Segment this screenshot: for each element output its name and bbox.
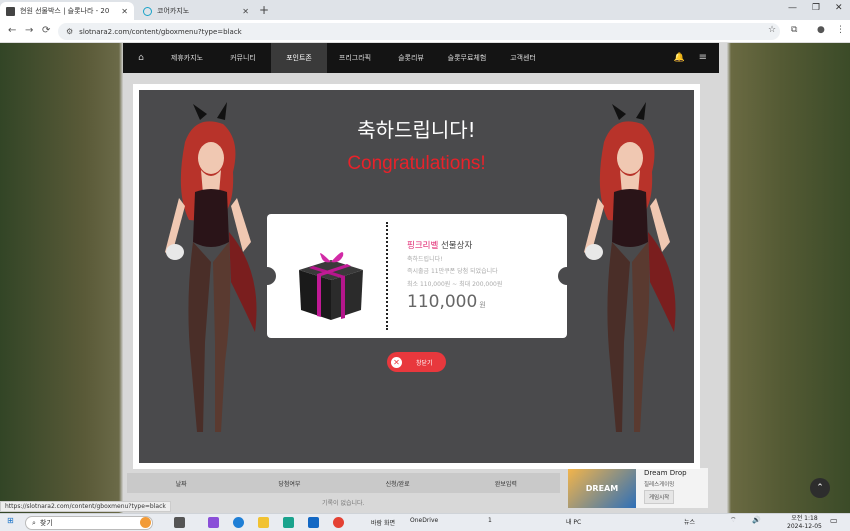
col-date: 날짜 [175, 480, 187, 488]
forward-arrow-icon[interactable]: → [25, 25, 33, 36]
gift-box-modal: 축하드립니다! Congratulations! 핑크리벨 선물상자 축하드립니… [133, 84, 700, 469]
bell-icon[interactable]: 🔔 [674, 53, 685, 63]
tab-core-casino[interactable]: 코어카지노 ✕ [137, 2, 255, 20]
bunny-girl-illustration-left [165, 102, 257, 432]
prize-name: 핑크리벨 선물상자 [407, 239, 472, 251]
col-win-status: 당첨여부 [278, 480, 301, 488]
col-input: 완보입력 [494, 480, 517, 488]
close-tab-icon[interactable]: ✕ [121, 7, 128, 16]
site-navigation: ⌂ 제휴카지노 커뮤니티 포인트존 프리그라픽 슬롯리뷰 슬롯무료체험 고객센터… [123, 43, 719, 73]
prize-amount: 110,000 원 [407, 292, 486, 312]
close-tab-icon[interactable]: ✕ [242, 7, 249, 16]
profile-icon[interactable]: ● [817, 25, 825, 35]
close-button-label: 창닫기 [416, 359, 433, 367]
close-icon: ✕ [391, 356, 402, 368]
task-view-icon[interactable] [174, 517, 185, 528]
prize-amount-unit: 원 [479, 301, 486, 309]
search-placeholder: 찾기 [39, 519, 53, 527]
taskbar-weather[interactable]: 바람 화면 [371, 518, 395, 527]
site-favicon-icon [143, 6, 152, 16]
promo-card[interactable]: DREAM Dream Drop 칠레스게이밍 게임시작 [568, 468, 708, 508]
taskbar-news[interactable]: 뉴스 [684, 517, 695, 526]
tab-title: 코어카지노 [157, 7, 190, 15]
promo-title: Dream Drop [644, 469, 687, 477]
search-icon: ⌕ [32, 518, 36, 527]
nav-item-free-graphic[interactable]: 프리그라픽 [327, 53, 383, 63]
nav-item-community[interactable]: 커뮤니티 [215, 53, 271, 63]
url-field[interactable]: ⚙ slotnara2.com/content/gboxmenu?type=bl… [58, 23, 780, 40]
scroll-top-button[interactable]: ⌃ [810, 478, 830, 498]
site-favicon-icon [6, 6, 15, 16]
nav-item-support[interactable]: 고객센터 [495, 53, 551, 63]
address-bar: ← → ⟳ ⚙ slotnara2.com/content/gboxmenu?t… [0, 20, 850, 43]
nav-item-free-slots[interactable]: 슬롯무료체험 [439, 53, 495, 63]
back-arrow-icon[interactable]: ← [8, 25, 16, 36]
notification-icon[interactable]: ▭ [830, 516, 838, 525]
prize-coupon-info: 즉시출금 11만쿠폰 당첨 되었습니다 [407, 268, 498, 275]
hamburger-menu-icon[interactable]: ≡ [699, 52, 707, 63]
site-info-icon[interactable]: ⚙ [66, 27, 73, 36]
tree-widget-icon[interactable] [140, 517, 151, 528]
windows-start-icon[interactable]: ⊞ [7, 516, 14, 525]
page-viewport: ⌂ 제휴카지노 커뮤니티 포인트존 프리그라픽 슬롯리뷰 슬롯무료체험 고객센터… [0, 43, 850, 513]
prize-amount-value: 110,000 [407, 292, 478, 312]
taskbar-clock[interactable]: 오전 1:18 2024-12-05 [787, 515, 822, 531]
chrome-icon[interactable] [333, 517, 344, 528]
prize-message: 축하드립니다! [407, 256, 443, 263]
ticket-notch-left [258, 267, 276, 285]
taskbar-onedrive[interactable]: OneDrive [410, 517, 438, 524]
bookmark-star-icon[interactable]: ☆ [768, 25, 776, 35]
prize-level: 핑크리벨 [407, 241, 439, 251]
browser-tab-bar: 현원 선물박스 | 슬롯나라 - 20 ✕ 코어카지노 ✕ + — ❐ ✕ [0, 0, 850, 20]
taskbar-people-count[interactable]: 1 [488, 517, 492, 524]
home-icon[interactable]: ⌂ [123, 53, 159, 63]
taskbar-search[interactable]: ⌕ 찾기 [25, 516, 153, 530]
tab-title: 현원 선물박스 | 슬롯나라 - 20 [20, 7, 110, 15]
tab-slotnara[interactable]: 현원 선물박스 | 슬롯나라 - 20 ✕ [0, 2, 134, 20]
ticket-divider [386, 222, 388, 330]
volume-icon[interactable]: 🔊 [752, 516, 761, 524]
gift-box-icon [299, 252, 363, 320]
outlook-icon[interactable] [308, 517, 319, 528]
restore-icon[interactable]: ❐ [812, 3, 820, 13]
clock-time: 오전 1:18 [791, 515, 818, 522]
file-explorer-icon[interactable] [258, 517, 269, 528]
nav-item-partner-casino[interactable]: 제휴카지노 [159, 53, 215, 63]
prize-ticket: 핑크리벨 선물상자 축하드립니다! 즉시출금 11만쿠폰 당첨 되었습니다 최소… [258, 214, 576, 338]
status-bar-url: https://slotnara2.com/content/gboxmenu?t… [0, 501, 171, 512]
promo-play-button[interactable]: 게임시작 [644, 490, 675, 504]
close-modal-button[interactable]: ✕ 창닫기 [387, 352, 446, 372]
prize-range-info: 최소 110,000원 ~ 최대 200,000원 [407, 281, 503, 288]
empty-history-text: 기록이 없습니다. [322, 500, 365, 507]
col-request: 신청/완료 [385, 480, 410, 488]
taskbar-this-pc[interactable]: 내 PC [566, 517, 581, 526]
minimize-icon[interactable]: — [788, 3, 797, 13]
new-tab-icon[interactable]: + [259, 3, 269, 17]
reload-icon[interactable]: ⟳ [42, 25, 50, 36]
close-window-icon[interactable]: ✕ [835, 3, 843, 13]
clock-date: 2024-12-05 [787, 523, 822, 530]
store-icon[interactable] [283, 517, 294, 528]
menu-kebab-icon[interactable]: ⋮ [836, 25, 845, 35]
nav-item-slot-review[interactable]: 슬롯리뷰 [383, 53, 439, 63]
wifi-icon[interactable]: ⌔ [730, 516, 737, 525]
promo-subtitle: 칠레스게이밍 [644, 482, 675, 488]
prize-type: 선물상자 [438, 241, 473, 251]
url-text: slotnara2.com/content/gboxmenu?type=blac… [79, 27, 242, 36]
windows-taskbar: ⊞ ⌕ 찾기 바람 화면 OneDrive 1 내 PC 뉴스 ⌔ 🔊 오전 1… [0, 513, 850, 531]
promo-thumbnail: DREAM [568, 468, 636, 508]
ticket-notch-right [558, 267, 576, 285]
extensions-icon[interactable]: ⧉ [791, 25, 797, 35]
modal-body: 축하드립니다! Congratulations! 핑크리벨 선물상자 축하드립니… [139, 90, 694, 463]
bunny-girl-illustration-right [584, 102, 676, 432]
edge-browser-icon[interactable] [233, 517, 244, 528]
history-table-header: 날짜 당첨여부 신청/완료 완보입력 [127, 473, 560, 493]
copilot-icon[interactable] [208, 517, 219, 528]
nav-item-point-zone[interactable]: 포인트존 [271, 43, 327, 73]
